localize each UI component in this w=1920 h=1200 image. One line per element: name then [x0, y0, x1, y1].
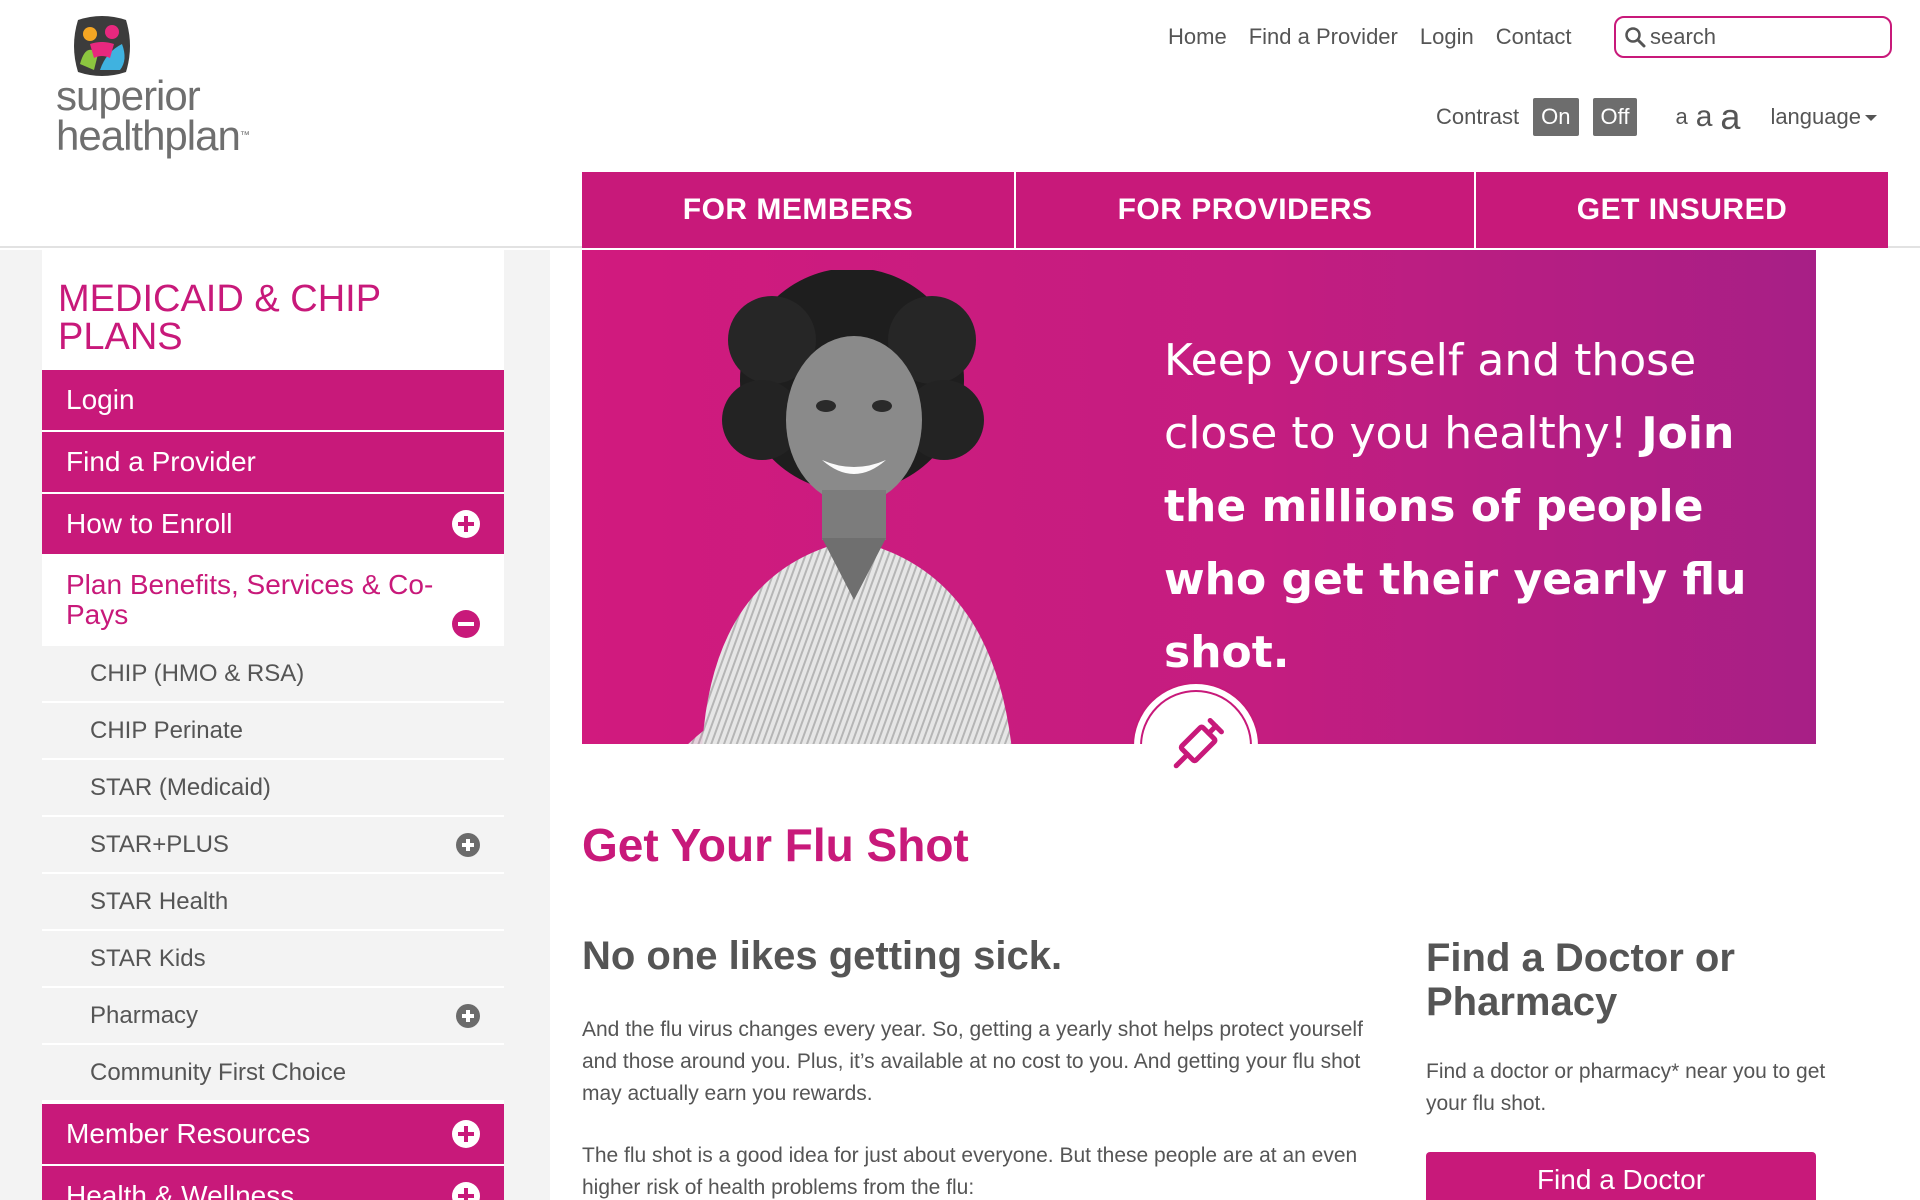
language-dropdown[interactable]: language [1770, 104, 1877, 130]
sidebar-item-find-provider[interactable]: Find a Provider [42, 432, 504, 492]
plus-circle-icon[interactable] [452, 510, 480, 538]
sidebar-item-label: Health & Wellness [66, 1180, 295, 1200]
hero-banner: Keep yourself and those close to you hea… [582, 250, 1816, 744]
sub-item-label: STAR+PLUS [90, 830, 229, 858]
sidebar-sub-list: CHIP (HMO & RSA) CHIP Perinate STAR (Med… [42, 646, 504, 1102]
plus-circle-icon[interactable] [452, 1182, 480, 1200]
contrast-label: Contrast [1436, 104, 1520, 129]
nav-tab-for-members[interactable]: FOR MEMBERS [582, 172, 1016, 248]
syringe-icon [1173, 718, 1224, 769]
hero-headline: Keep yourself and those close to you hea… [1164, 324, 1784, 689]
sub-item-label: STAR Kids [90, 944, 206, 972]
contrast-off-button[interactable]: Off [1592, 98, 1638, 136]
search-input[interactable] [1650, 24, 1880, 50]
sub-item-chip-hmo-rsa[interactable]: CHIP (HMO & RSA) [42, 646, 504, 703]
main-nav: FOR MEMBERS FOR PROVIDERS GET INSURED [582, 172, 1888, 248]
utility-nav: Home Find a Provider Login Contact [1168, 22, 1594, 52]
sub-item-star-plus[interactable]: STAR+PLUS [42, 817, 504, 874]
sidebar-item-health-wellness[interactable]: Health & Wellness [42, 1166, 504, 1200]
search-icon [1625, 27, 1646, 48]
sidebar-item-how-to-enroll[interactable]: How to Enroll [42, 494, 504, 554]
utility-link-login[interactable]: Login [1420, 22, 1474, 52]
plus-circle-icon[interactable] [452, 1120, 480, 1148]
section-heading: No one likes getting sick. [582, 934, 1063, 978]
find-doctor-text: Find a doctor or pharmacy* near you to g… [1426, 1060, 1826, 1115]
sub-item-label: Community First Choice [90, 1058, 347, 1086]
minus-circle-icon[interactable] [452, 610, 480, 638]
text-size-medium[interactable]: a [1696, 100, 1713, 134]
plus-circle-icon[interactable] [456, 1003, 480, 1028]
page-title: Get Your Flu Shot [582, 819, 969, 871]
sub-item-star-health[interactable]: STAR Health [42, 874, 504, 931]
utility-link-find-provider[interactable]: Find a Provider [1249, 22, 1398, 52]
sub-item-star-medicaid[interactable]: STAR (Medicaid) [42, 760, 504, 817]
utility-link-contact[interactable]: Contact [1496, 22, 1572, 52]
logo-wordmark: superior healthplan™ [56, 72, 250, 159]
text-size-large[interactable]: a [1720, 96, 1740, 138]
sub-item-label: Pharmacy [90, 1001, 199, 1029]
sidebar-item-member-resources[interactable]: Member Resources [42, 1104, 504, 1164]
utility-link-home[interactable]: Home [1168, 22, 1227, 52]
contrast-on-button[interactable]: On [1533, 98, 1579, 136]
find-a-doctor-button[interactable]: Find a Doctor [1426, 1152, 1816, 1200]
hero-text-regular: Keep yourself and those close to you hea… [1164, 335, 1697, 459]
language-label: language [1770, 104, 1861, 129]
find-doctor-heading: Find a Doctor or Pharmacy [1426, 936, 1735, 1024]
superior-healthplan-logo[interactable]: superior healthplan™ [56, 14, 266, 164]
plus-circle-icon[interactable] [456, 832, 480, 857]
accessibility-controls: Contrast On Off a a a language [1436, 96, 1877, 138]
sidebar-item-label: Plan Benefits, Services & Co-Pays [66, 569, 434, 630]
sidebar-item-label: Login [66, 384, 135, 415]
site-header: superior healthplan™ Home Find a Provide… [0, 0, 1920, 248]
sidebar-item-label: Find a Provider [66, 446, 256, 477]
caret-down-icon [1864, 115, 1877, 122]
sub-item-community-first-choice[interactable]: Community First Choice [42, 1045, 504, 1102]
sub-item-label: CHIP Perinate [90, 716, 243, 744]
nav-tab-for-providers[interactable]: FOR PROVIDERS [1016, 172, 1476, 248]
family-logo-icon [74, 16, 130, 76]
sub-item-label: STAR (Medicaid) [90, 773, 271, 801]
body-paragraph-2: The flu shot is a good idea for just abo… [582, 1144, 1358, 1199]
sidebar-nav: MEDICAID & CHIP PLANS Login Find a Provi… [42, 250, 504, 1200]
body-paragraph-1: And the flu virus changes every year. So… [582, 1018, 1363, 1105]
sidebar-item-plan-benefits[interactable]: Plan Benefits, Services & Co-Pays [42, 556, 504, 644]
sub-item-chip-perinate[interactable]: CHIP Perinate [42, 703, 504, 760]
sub-item-pharmacy[interactable]: Pharmacy [42, 988, 504, 1045]
sidebar-title: MEDICAID & CHIP PLANS [58, 278, 381, 358]
sidebar-item-login[interactable]: Login [42, 370, 504, 430]
text-size-small[interactable]: a [1675, 104, 1687, 130]
search-box[interactable] [1614, 16, 1892, 58]
sidebar-item-label: How to Enroll [66, 508, 233, 539]
sub-item-label: CHIP (HMO & RSA) [90, 659, 305, 687]
smiling-woman-photo [688, 270, 1012, 744]
sub-item-star-kids[interactable]: STAR Kids [42, 931, 504, 988]
sidebar-item-label: Member Resources [66, 1118, 311, 1149]
nav-tab-get-insured[interactable]: GET INSURED [1476, 172, 1888, 248]
sub-item-label: STAR Health [90, 887, 229, 915]
